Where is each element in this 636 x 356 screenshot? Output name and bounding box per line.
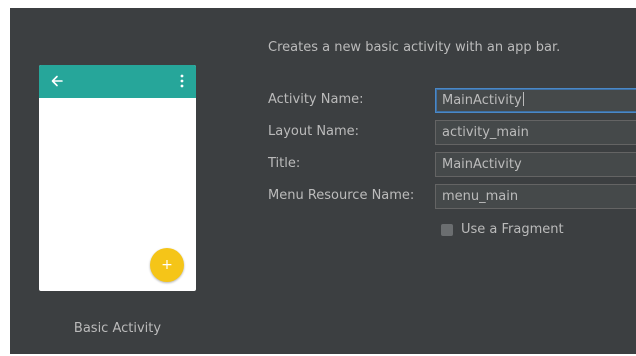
use-fragment-label[interactable]: Use a Fragment xyxy=(461,222,564,237)
use-fragment-option[interactable]: Use a Fragment xyxy=(441,219,564,237)
template-name: Basic Activity xyxy=(73,321,162,336)
layout-name-label: Layout Name: xyxy=(268,124,360,139)
layout-name-field[interactable]: activity_main xyxy=(435,120,636,145)
floating-action-button: + xyxy=(150,248,184,282)
title-field[interactable]: MainActivity xyxy=(435,152,636,177)
activity-name-field[interactable]: MainActivity xyxy=(435,88,636,113)
activity-name-value: MainActivity xyxy=(442,93,522,108)
template-description: Creates a new basic activity with an app… xyxy=(268,40,561,55)
activity-preview: + xyxy=(39,65,196,291)
title-label: Title: xyxy=(268,156,301,171)
menu-resource-name-field[interactable]: menu_main xyxy=(435,184,636,209)
menu-resource-name-label: Menu Resource Name: xyxy=(268,188,415,203)
text-caret xyxy=(522,92,524,106)
new-activity-dialog: + Basic Activity Creates a new basic act… xyxy=(10,8,636,354)
preview-app-bar xyxy=(39,65,196,98)
activity-name-label: Activity Name: xyxy=(268,92,364,107)
use-fragment-checkbox[interactable] xyxy=(441,223,453,236)
back-arrow-icon xyxy=(51,75,63,87)
overflow-menu-icon xyxy=(180,74,184,88)
